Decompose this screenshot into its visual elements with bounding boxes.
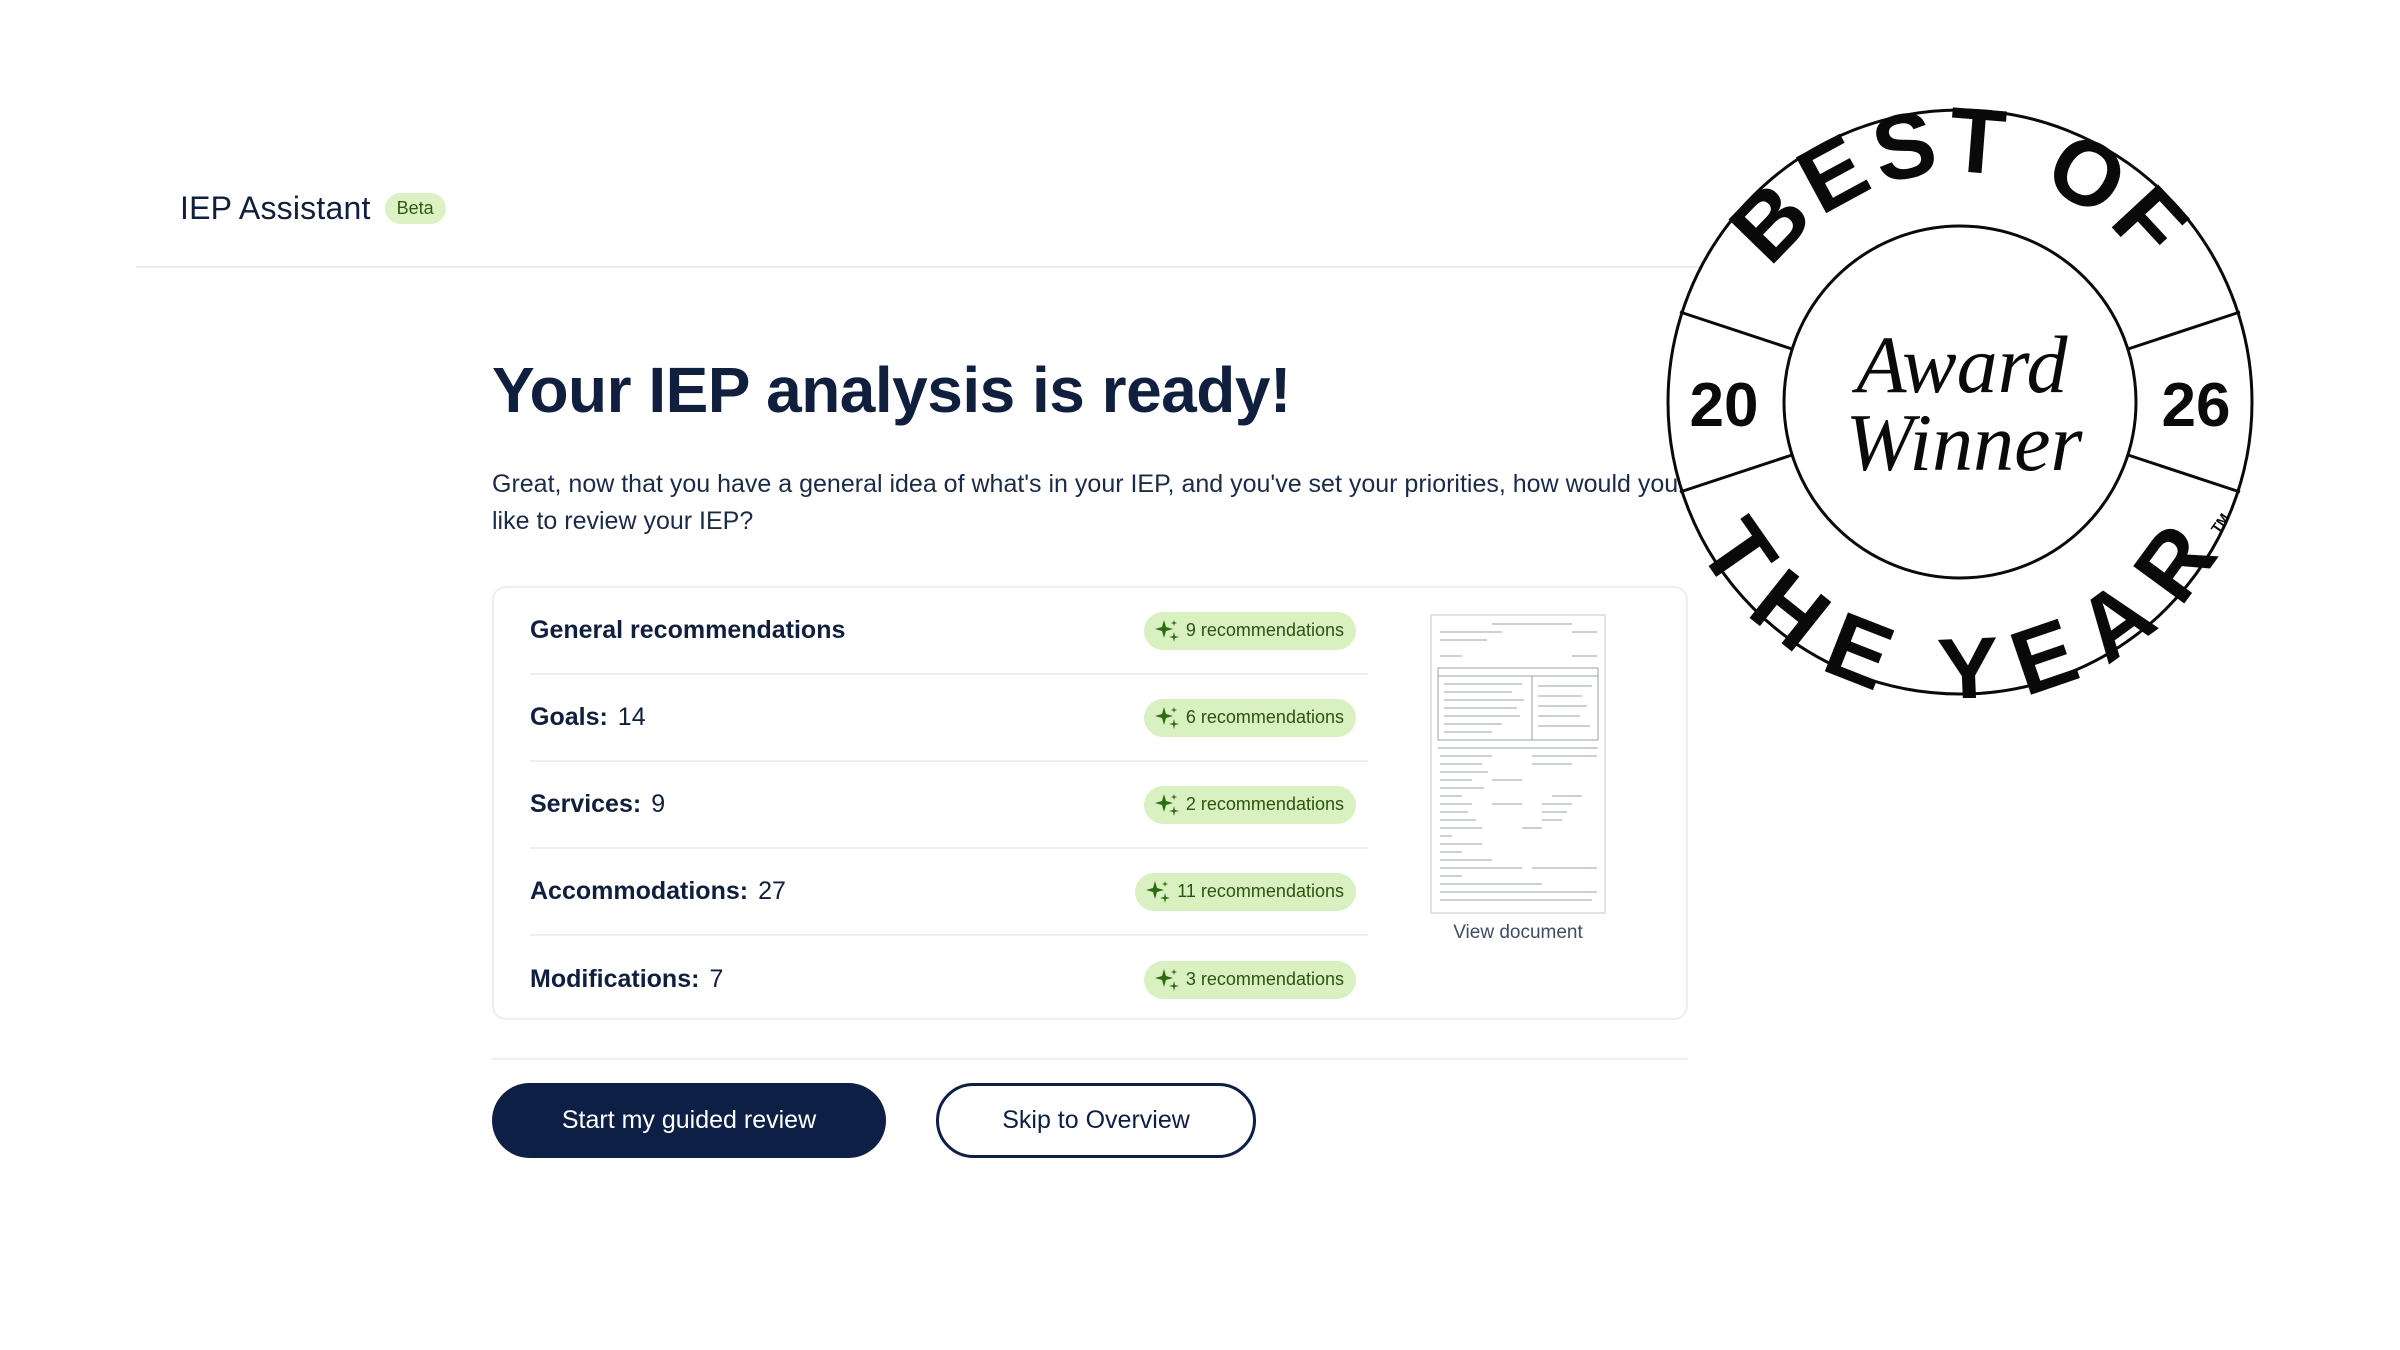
recommendations-badge[interactable]: 6 recommendations — [1143, 698, 1356, 737]
summary-row-goals[interactable]: Goals: 14 6 recommendations — [530, 675, 1368, 762]
action-buttons: Start my guided review Skip to Overview — [492, 1083, 1256, 1158]
row-label: Modifications: 7 — [530, 965, 724, 993]
sparkle-icon — [1154, 968, 1179, 991]
beta-badge: Beta — [384, 193, 446, 224]
view-document-link[interactable]: View document — [1394, 922, 1642, 944]
skip-to-overview-button[interactable]: Skip to Overview — [936, 1083, 1256, 1158]
divider — [492, 1058, 1688, 1060]
recommendations-badge[interactable]: 9 recommendations — [1143, 611, 1356, 650]
brand: IEP Assistant Beta — [180, 190, 446, 227]
document-preview-icon — [1437, 623, 1599, 901]
recommendations-badge[interactable]: 3 recommendations — [1143, 960, 1356, 999]
row-label: Goals: 14 — [530, 703, 646, 731]
summary-row-services[interactable]: Services: 9 2 recommendations — [530, 762, 1368, 849]
main-content: Your IEP analysis is ready! Great, now t… — [492, 350, 1692, 1158]
app-name: IEP Assistant — [180, 190, 371, 226]
award-seal: BEST OF THE YEAR 20 26 Award Winner TM — [1664, 89, 2256, 723]
start-guided-review-button[interactable]: Start my guided review — [492, 1083, 886, 1158]
recommendations-text: 9 recommendations — [1185, 620, 1344, 640]
award-line2: Winner — [1846, 397, 2084, 488]
page: IEP Assistant Beta Your IEP analysis is … — [0, 0, 2400, 1350]
award-seal-graphic: BEST OF THE YEAR 20 26 Award Winner TM — [1666, 89, 2254, 723]
row-count: 7 — [709, 965, 724, 993]
award-year-left: 20 — [1690, 371, 1759, 440]
row-count: 14 — [617, 703, 646, 731]
sparkle-icon — [1154, 706, 1179, 729]
summary-list: General recommendations 9 recommendation… — [530, 588, 1368, 1023]
recommendations-text: 3 recommendations — [1185, 969, 1344, 989]
recommendations-text: 6 recommendations — [1185, 707, 1344, 727]
summary-card: General recommendations 9 recommendation… — [492, 586, 1688, 1020]
recommendations-text: 11 recommendations — [1177, 881, 1344, 901]
recommendations-text: 2 recommendations — [1185, 794, 1344, 814]
row-label: Services: 9 — [530, 790, 666, 818]
recommendations-badge[interactable]: 2 recommendations — [1143, 785, 1356, 824]
sparkle-icon — [1146, 880, 1171, 903]
summary-row-accommodations[interactable]: Accommodations: 27 11 recommendations — [530, 849, 1368, 936]
summary-row-modifications[interactable]: Modifications: 7 3 recommendations — [530, 936, 1368, 1023]
award-year-right: 26 — [2162, 371, 2231, 440]
recommendations-badge[interactable]: 11 recommendations — [1135, 872, 1356, 911]
row-label: General recommendations — [530, 616, 846, 644]
app-header: IEP Assistant Beta — [136, 0, 1880, 268]
row-label: Accommodations: 27 — [530, 877, 786, 905]
page-title: Your IEP analysis is ready! — [492, 354, 1291, 426]
sparkle-icon — [1154, 793, 1179, 816]
summary-row-general[interactable]: General recommendations 9 recommendation… — [530, 588, 1368, 675]
row-count: 27 — [758, 877, 786, 905]
intro-text: Great, now that you have a general idea … — [492, 470, 1679, 535]
row-count: 9 — [651, 790, 666, 818]
document-thumbnail[interactable] — [1430, 614, 1606, 914]
sparkle-icon — [1154, 619, 1179, 642]
